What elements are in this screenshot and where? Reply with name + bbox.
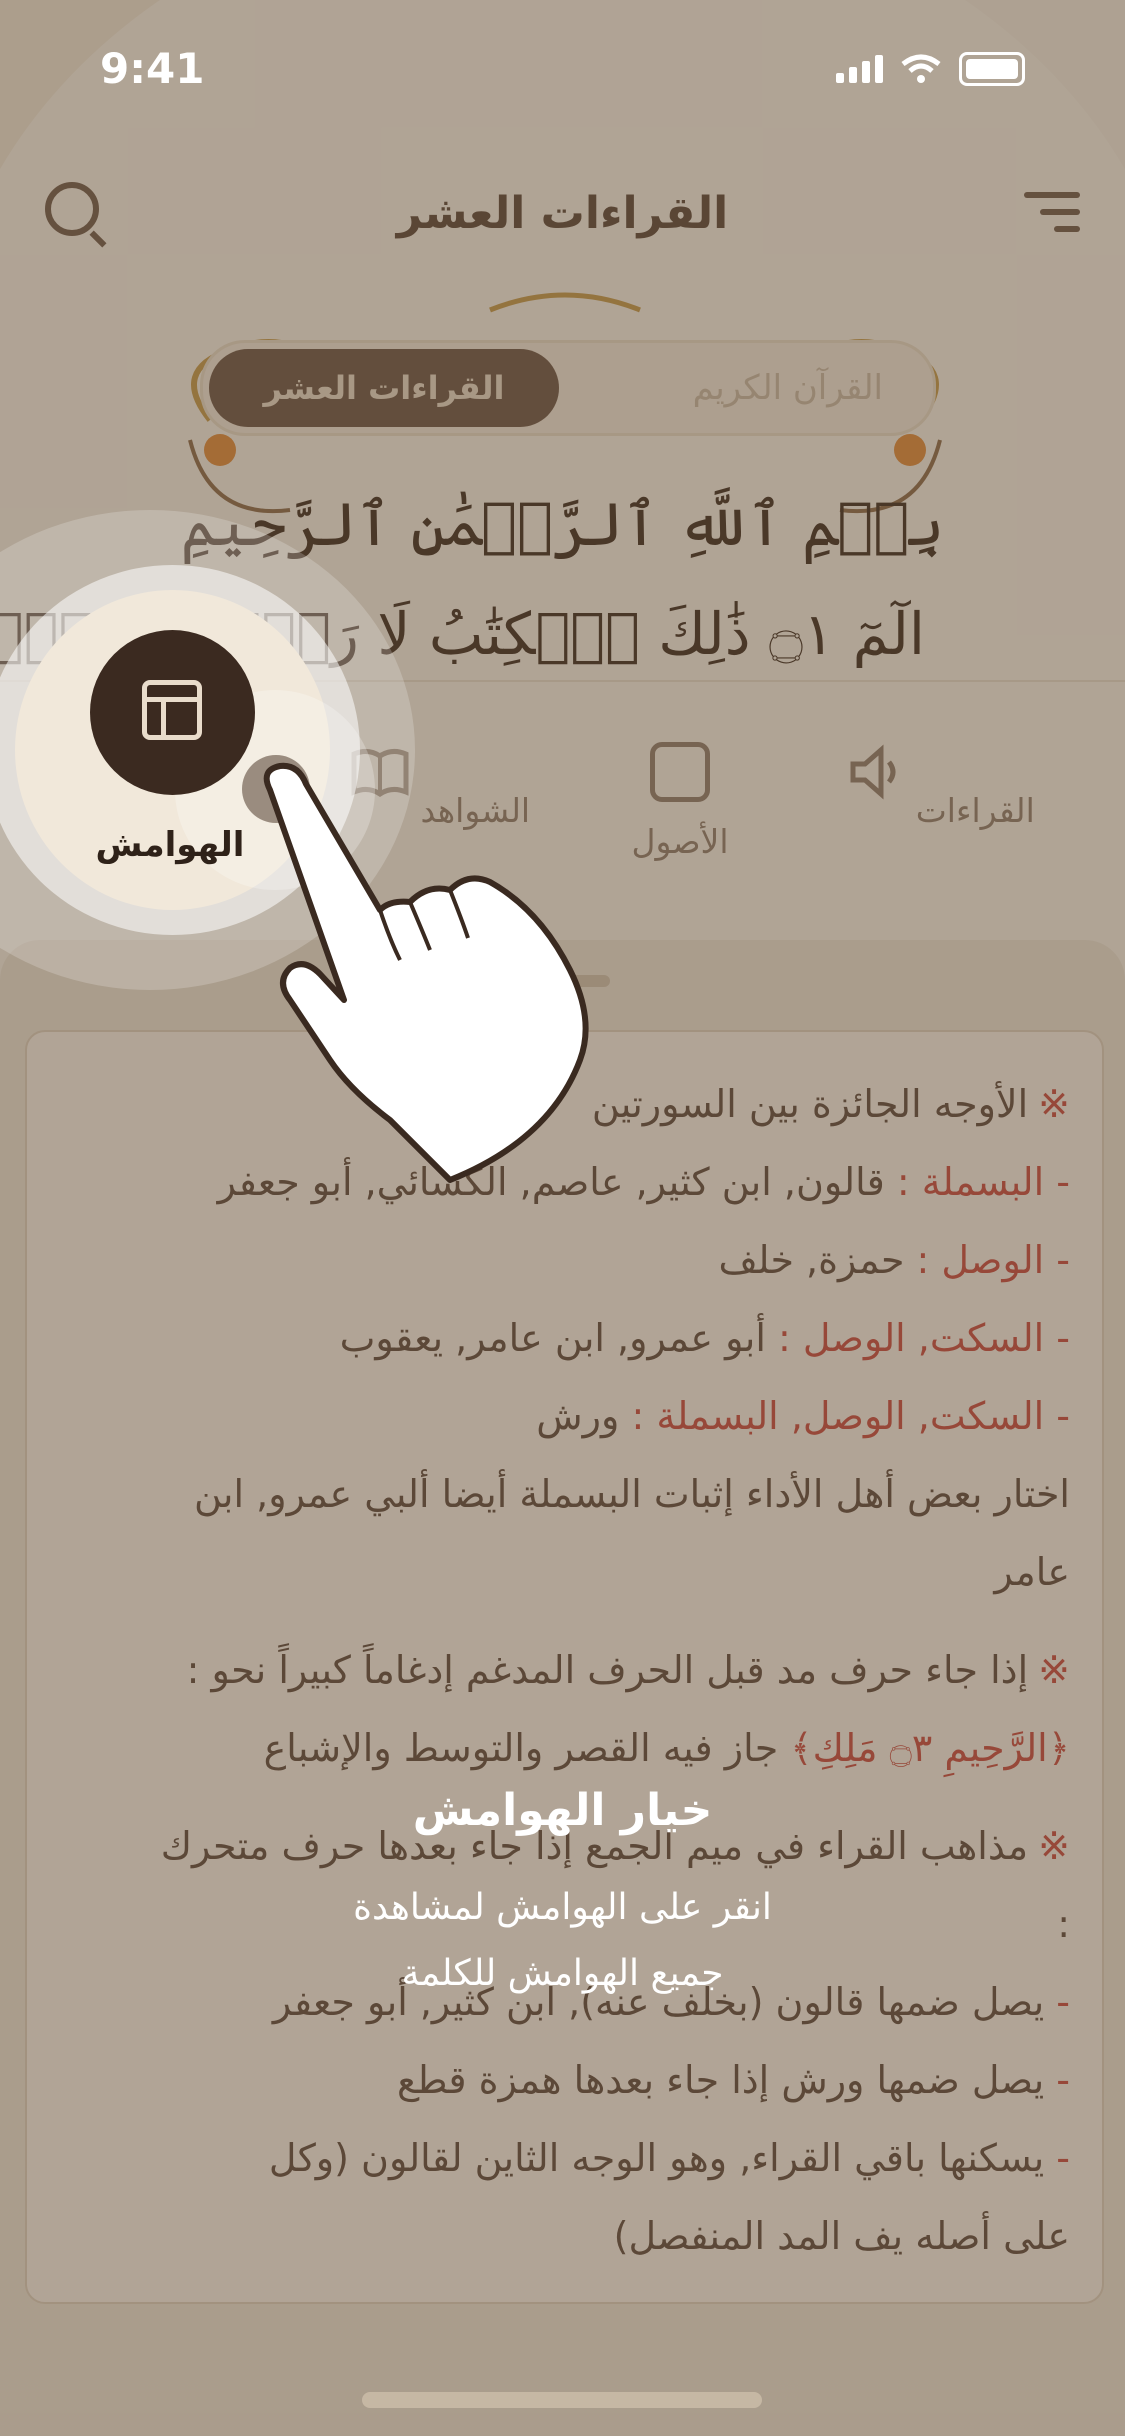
tooltip-title: خيار الهوامش (412, 1785, 713, 1836)
tooltip-body: انقر على الهوامش لمشاهدة جميع الهوامش لل… (0, 1875, 1125, 2007)
home-indicator[interactable] (362, 2392, 762, 2408)
status-bar: 9:41 (0, 0, 1125, 140)
tooltip-line-1: انقر على الهوامش لمشاهدة (353, 1887, 772, 1928)
cellular-signal-icon (836, 55, 883, 83)
status-icons (836, 52, 1025, 86)
window-icon (142, 680, 202, 740)
wifi-icon (901, 54, 941, 83)
app-screen: 9:41 القراءات العشر القراءات العشر القرآ… (0, 0, 1125, 2436)
margins-button[interactable] (90, 630, 255, 795)
margins-label: الهوامش (95, 825, 245, 865)
pointing-hand-icon (263, 762, 589, 1183)
tooltip-line-2: جميع الهوامش للكلمة (401, 1953, 724, 1994)
status-time: 9:41 (100, 44, 205, 93)
battery-icon (959, 52, 1025, 86)
onboarding-overlay[interactable] (0, 0, 1125, 2436)
